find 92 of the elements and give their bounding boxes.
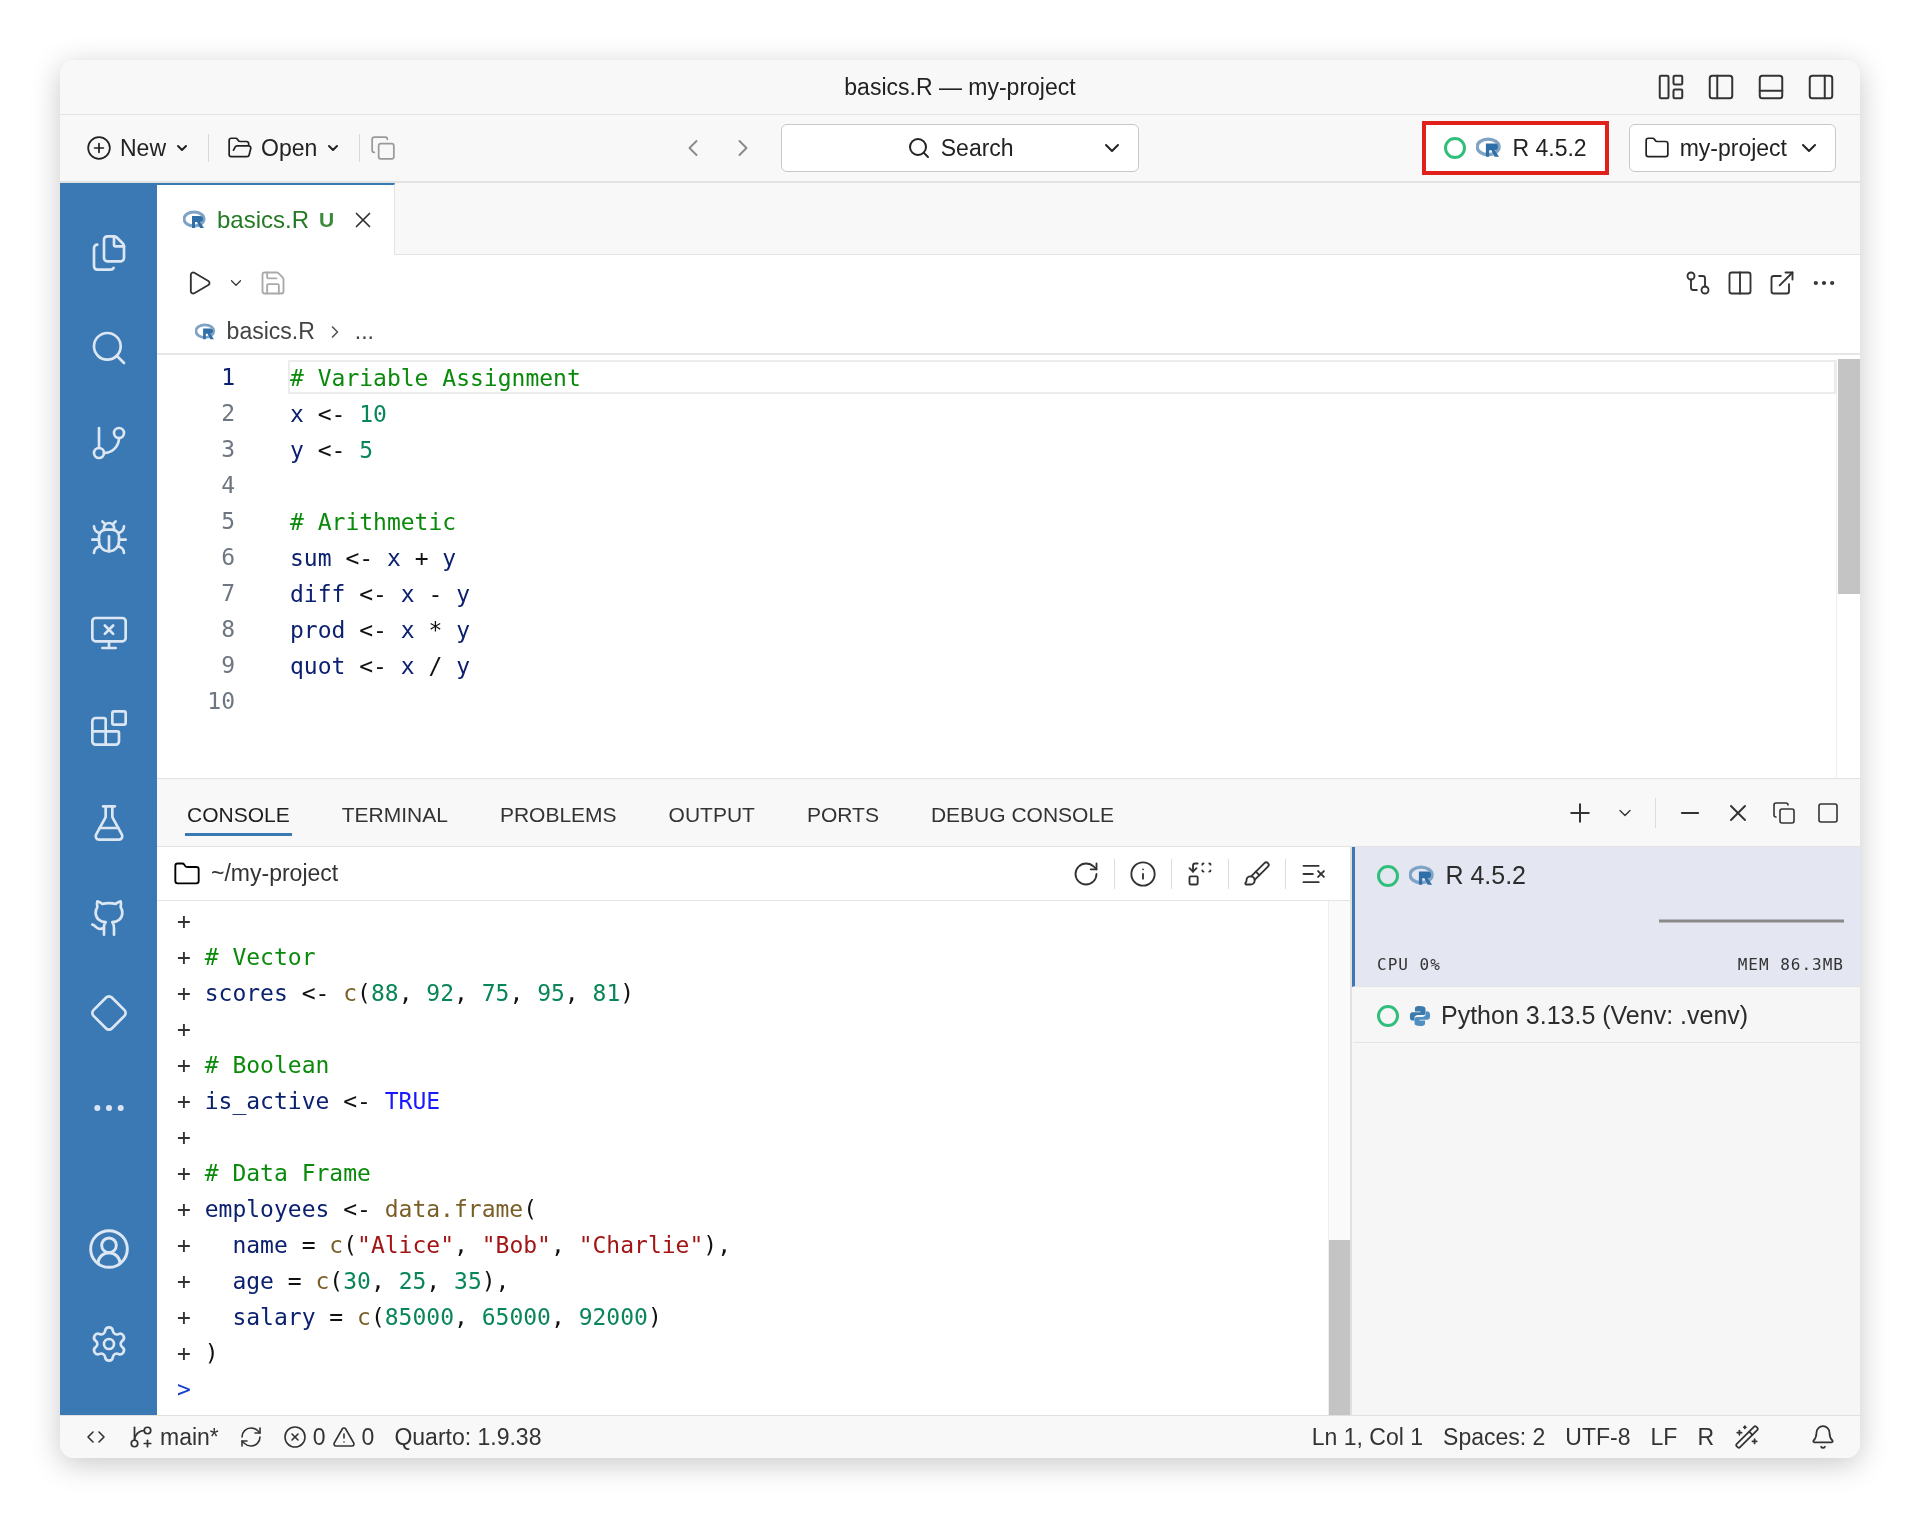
status-item[interactable]: R — [1697, 1423, 1714, 1451]
sidebar-toggle-icon[interactable] — [1706, 72, 1736, 102]
console-line: + salary = c(85000, 65000, 92000) — [177, 1303, 663, 1332]
line-number: 8 — [220, 616, 235, 642]
console-line: > — [177, 1375, 192, 1404]
panel-toggle-icon[interactable] — [1756, 72, 1786, 102]
scrollbar[interactable] — [1836, 359, 1860, 778]
console-line: + employees <- data.frame( — [177, 1195, 539, 1224]
info-icon[interactable] — [1129, 859, 1157, 888]
line-number: 1 — [220, 364, 235, 390]
code-line: prod <- x * y — [289, 616, 472, 645]
session-item[interactable]: Python 3.13.5 (Venv: .venv) — [1352, 987, 1860, 1043]
code-line: diff <- x - y — [289, 580, 472, 609]
bell-icon[interactable] — [1810, 1424, 1836, 1450]
panel-tab[interactable]: OUTPUT — [666, 795, 757, 836]
warning-icon — [331, 1425, 356, 1449]
console-line: + age = c(30, 25, 35), — [177, 1267, 511, 1296]
panel-tab[interactable]: TERMINAL — [339, 795, 450, 836]
brush-icon[interactable] — [1243, 859, 1271, 888]
console-line: + ) — [177, 1339, 220, 1368]
branch-icon — [128, 1424, 154, 1450]
console-line: + # Data Frame — [177, 1159, 372, 1188]
panel-tab[interactable]: PORTS — [804, 795, 881, 836]
runtime-button[interactable]: R 4.5.2 — [1422, 121, 1609, 175]
console-line: + — [177, 1015, 192, 1044]
python-logo-icon — [1409, 1004, 1431, 1027]
console-line: + name = c("Alice", "Bob", "Charlie"), — [177, 1231, 732, 1260]
console-line: + — [177, 1123, 192, 1152]
code-line: quot <- x / y — [289, 652, 472, 681]
code-line: y <- 5 — [289, 436, 375, 465]
window-title: basics.R — my-project — [844, 73, 1076, 101]
account-icon[interactable] — [86, 1226, 131, 1271]
project-button[interactable]: my-project — [1628, 124, 1836, 172]
restore-icon[interactable] — [1772, 800, 1796, 825]
code-line: x <- 10 — [289, 400, 388, 429]
line-number: 7 — [220, 580, 235, 606]
session-name: Python 3.13.5 (Venv: .venv) — [1441, 1001, 1749, 1030]
line-number: 6 — [220, 544, 235, 570]
breadcrumb-item[interactable]: basics.R — [226, 318, 315, 345]
r-logo-icon — [183, 210, 207, 230]
scrollbar[interactable] — [1328, 901, 1350, 1415]
session-name: R 4.5.2 — [1445, 861, 1526, 890]
diamond-icon[interactable] — [88, 992, 129, 1033]
status-item[interactable]: Ln 1, Col 1 — [1311, 1423, 1424, 1451]
memory-usage: MEM 86.3MB — [1737, 955, 1844, 974]
line-number: 10 — [206, 688, 235, 714]
panel-tab[interactable]: DEBUG CONSOLE — [928, 795, 1117, 836]
editor-tab[interactable]: basics.R U — [157, 183, 396, 255]
console-line: + scores <- c(88, 92, 75, 95, 81) — [177, 979, 636, 1008]
quarto-version[interactable]: Quarto: 1.9.38 — [394, 1423, 542, 1451]
console-path: ~/my-project — [211, 860, 339, 887]
secondary-sidebar-icon[interactable] — [1806, 72, 1836, 102]
open-button[interactable]: Open — [219, 130, 350, 166]
status-ring-icon — [1377, 1004, 1399, 1027]
cpu-usage: CPU 0% — [1377, 955, 1441, 974]
breadcrumb-item[interactable]: ... — [354, 318, 374, 345]
console-line: + — [177, 907, 192, 936]
status-item[interactable]: Spaces: 2 — [1443, 1423, 1546, 1451]
line-number: 5 — [220, 508, 235, 534]
console-line: + # Boolean — [177, 1051, 331, 1080]
console-line: + # Vector — [177, 943, 317, 972]
status-item[interactable]: LF — [1650, 1423, 1678, 1451]
r-logo-icon — [1476, 137, 1503, 159]
r-logo-icon — [1409, 864, 1436, 887]
plus-circle-icon — [86, 135, 112, 161]
layout-icon[interactable] — [1656, 72, 1686, 102]
problems-status[interactable]: 0 0 — [282, 1423, 375, 1451]
line-number: 9 — [220, 652, 235, 678]
line-number: 2 — [220, 400, 235, 426]
code-line: sum <- x + y — [289, 544, 458, 573]
branch-status[interactable]: main* — [128, 1423, 219, 1451]
sync-icon[interactable] — [238, 1425, 263, 1449]
folder-icon — [1643, 135, 1670, 161]
folder-icon — [227, 135, 253, 161]
error-icon — [282, 1425, 307, 1449]
code-line: # Arithmetic — [289, 508, 458, 537]
console-line: + is_active <- TRUE — [177, 1087, 442, 1117]
line-number: 4 — [220, 472, 235, 498]
wand-icon[interactable] — [1734, 1424, 1760, 1450]
session-item[interactable]: R 4.5.2 CPU 0% MEM 86.3MB — [1352, 847, 1860, 987]
status-ring-icon — [1444, 137, 1467, 159]
panel-tab[interactable]: CONSOLE — [185, 795, 292, 836]
line-number: 3 — [220, 436, 235, 462]
search-icon — [906, 136, 931, 160]
extensions-icon[interactable] — [88, 707, 129, 748]
status-item[interactable]: UTF-8 — [1565, 1423, 1631, 1451]
status-ring-icon — [1377, 864, 1399, 887]
r-logo-icon — [195, 322, 217, 341]
panel-tab[interactable]: PROBLEMS — [497, 795, 619, 836]
maximize-icon[interactable] — [1816, 800, 1840, 825]
new-button[interactable]: New — [78, 130, 198, 166]
search-button[interactable]: Search — [781, 124, 1140, 172]
